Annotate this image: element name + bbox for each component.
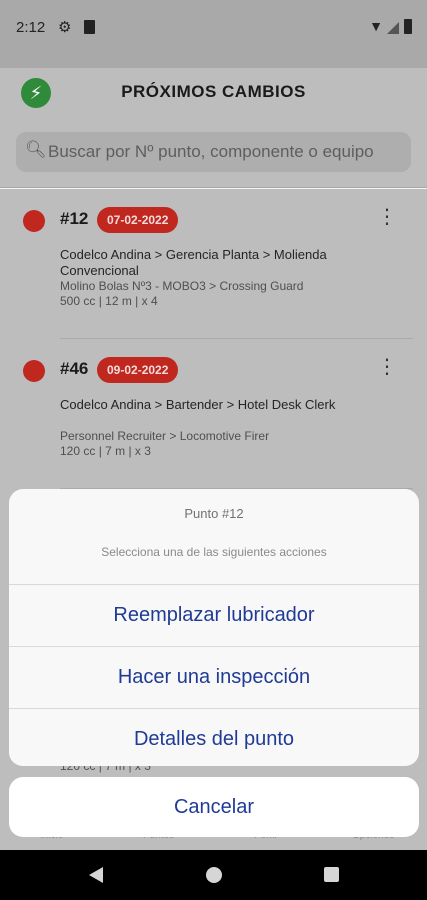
search-input[interactable]: [48, 132, 403, 172]
system-nav-bar: [0, 850, 427, 900]
item-path: Codelco Andina > Gerencia Planta > Molie…: [60, 247, 327, 278]
action-sheet: Punto #12 Selecciona una de las siguient…: [9, 489, 419, 766]
list-item[interactable]: #12 07-02-2022 ⋮ Codelco Andina > Gerenc…: [0, 189, 427, 339]
page-title: PRÓXIMOS CAMBIOS: [121, 82, 306, 101]
more-options-icon[interactable]: ⋮: [377, 207, 397, 227]
item-component: Molino Bolas Nº3 - MOBO3 > Crossing Guar…: [60, 279, 304, 293]
back-icon[interactable]: [89, 867, 103, 883]
date-badge: 09-02-2022: [97, 357, 179, 383]
battery-icon: [404, 19, 412, 34]
action-sheet-title: Punto #12: [184, 506, 244, 521]
cancel-button[interactable]: Cancelar: [9, 777, 419, 837]
home-icon[interactable]: [206, 867, 222, 883]
status-time: 2:12: [16, 19, 46, 36]
app-header: ⚡ PRÓXIMOS CAMBIOS: [0, 68, 427, 120]
item-specs: 500 cc | 12 m | x 4: [60, 294, 158, 308]
cell-signal-icon: [387, 22, 399, 34]
replace-lubricator-button[interactable]: Reemplazar lubricador: [9, 584, 419, 645]
item-component: Personnel Recruiter > Locomotive Firer: [60, 429, 270, 443]
search-icon: 🔍︎: [25, 140, 47, 159]
inspection-button[interactable]: Hacer una inspección: [9, 646, 419, 707]
recent-apps-icon[interactable]: [324, 867, 339, 882]
point-number: #46: [60, 359, 89, 378]
status-bar: 2:12 ⚙ ▼: [0, 0, 427, 68]
search-bar: 🔍︎: [0, 120, 427, 188]
date-badge: 07-02-2022: [97, 207, 179, 233]
search-box[interactable]: 🔍︎: [16, 132, 411, 172]
status-dot: [23, 360, 45, 382]
item-specs: 120 cc | 7 m | x 3: [60, 444, 151, 458]
item-path: Codelco Andina > Bartender > Hotel Desk …: [60, 397, 336, 412]
status-dot: [23, 210, 45, 232]
sd-card-icon: [84, 20, 95, 34]
more-options-icon[interactable]: ⋮: [377, 357, 397, 377]
point-number: #12: [60, 209, 89, 228]
wifi-icon: ▼: [369, 18, 383, 34]
point-details-button[interactable]: Detalles del punto: [9, 708, 419, 766]
action-sheet-message: Selecciona una de las siguientes accione…: [101, 545, 327, 559]
gear-icon: ⚙: [58, 19, 72, 36]
list-item[interactable]: #46 09-02-2022 ⋮ Codelco Andina > Barten…: [0, 339, 427, 489]
